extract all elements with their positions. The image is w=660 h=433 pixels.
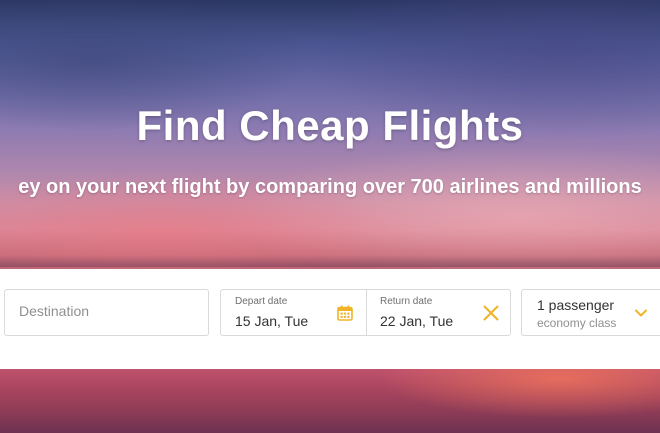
calendar-icon[interactable] (336, 304, 354, 322)
flight-search-panel: Destination Depart date 15 Jan, Tue Retu… (0, 269, 660, 369)
page-title: Find Cheap Flights (136, 102, 524, 149)
depart-date-label: Depart date (235, 296, 288, 307)
return-date-value: 22 Jan, Tue (380, 313, 454, 329)
return-date-label: Return date (380, 296, 433, 307)
horizon-shadow (0, 255, 660, 267)
sea-background (0, 368, 660, 433)
cabin-class: economy class (537, 316, 617, 330)
close-icon[interactable] (482, 304, 500, 322)
destination-field[interactable]: Destination (4, 289, 209, 336)
depart-date-value: 15 Jan, Tue (235, 313, 309, 329)
passenger-count: 1 passenger (537, 297, 615, 313)
chevron-down-icon (635, 309, 647, 317)
return-date-field[interactable]: Return date 22 Jan, Tue (367, 290, 512, 335)
page-subtitle: ey on your next flight by comparing over… (0, 176, 660, 199)
passengers-select[interactable]: 1 passenger economy class (521, 289, 660, 336)
page-subtitle-text: ey on your next flight by comparing over… (18, 176, 642, 198)
depart-date-field[interactable]: Depart date 15 Jan, Tue (221, 290, 366, 335)
destination-placeholder: Destination (19, 303, 90, 319)
date-range-field: Depart date 15 Jan, Tue Return date 22 J… (220, 289, 511, 336)
